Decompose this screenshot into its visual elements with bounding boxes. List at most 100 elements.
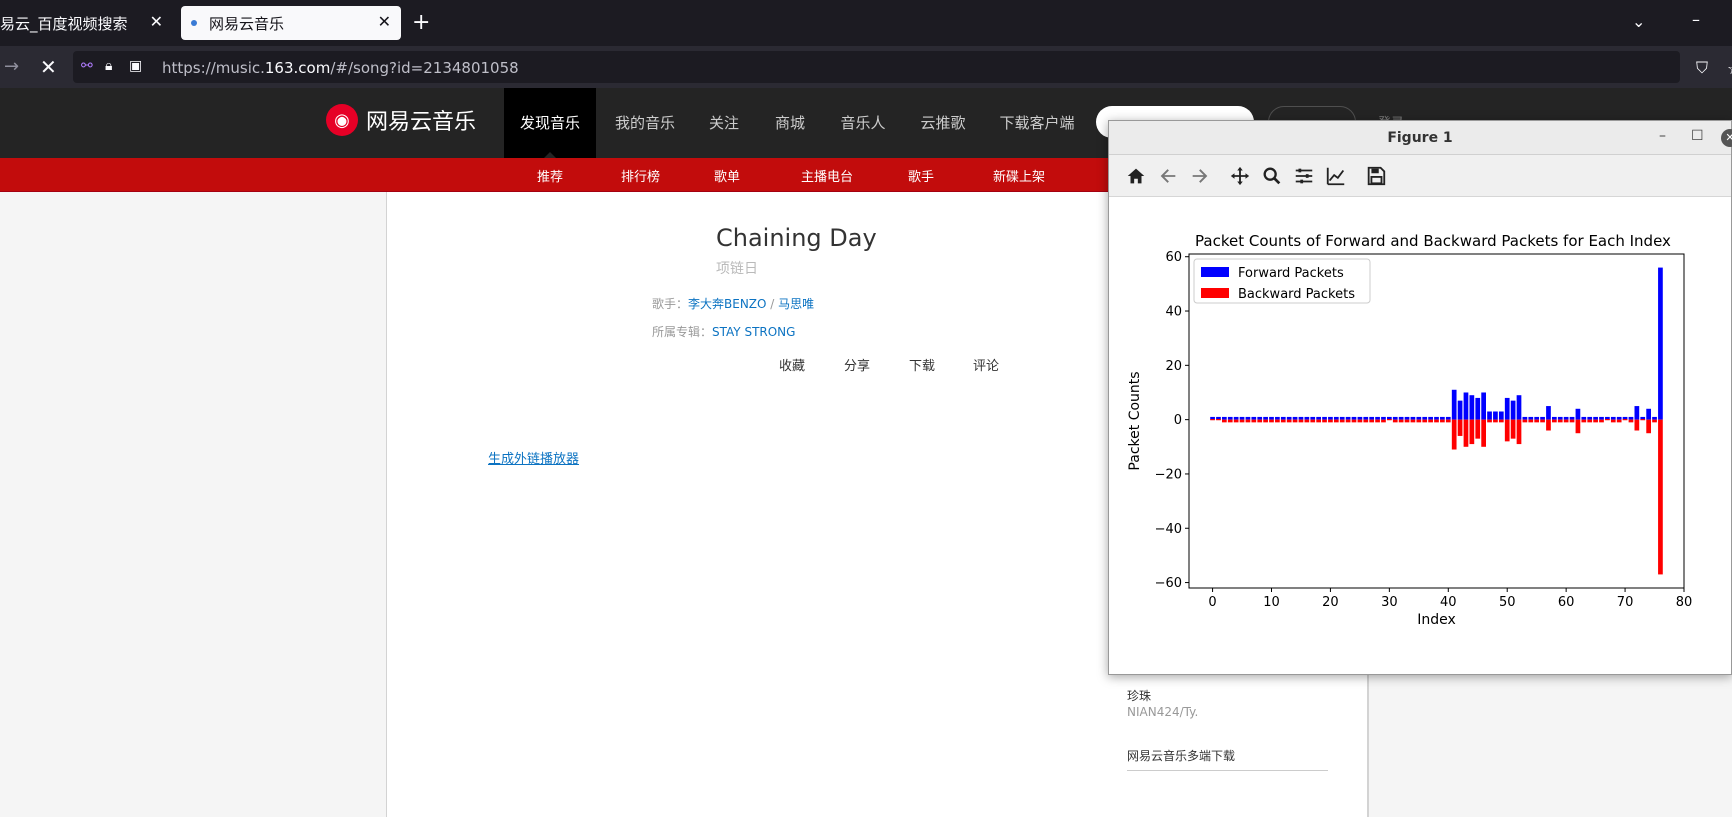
subnav-recommend[interactable]: 推荐 (537, 166, 563, 185)
minimize-icon[interactable]: – (1659, 128, 1666, 144)
play-button[interactable]: 播放 (682, 355, 708, 374)
backward-bar (1610, 419, 1616, 423)
maximize-icon[interactable]: ☐ (1691, 128, 1704, 144)
forward-bar (1628, 416, 1634, 420)
plot-canvas[interactable]: Packet Counts of Forward and Backward Pa… (1109, 197, 1731, 675)
nav-discover[interactable]: 发现音乐 (504, 88, 596, 158)
forward-bar (1445, 416, 1451, 420)
backward-bar (1622, 419, 1628, 421)
backward-bar (1410, 419, 1416, 423)
subnav-radio[interactable]: 主播电台 (801, 166, 853, 185)
forward-bar (1381, 416, 1386, 420)
forward-bar (1363, 416, 1369, 420)
tab-netease-music[interactable]: 网易云音乐 ✕ (181, 6, 401, 40)
download-button[interactable]: 下载 (909, 355, 935, 374)
nav-mall[interactable]: 商城 (760, 88, 820, 158)
x-tick-label: 20 (1322, 595, 1339, 610)
close-icon[interactable]: ✕ (378, 12, 391, 31)
close-icon[interactable]: ✕ (150, 12, 163, 31)
forward-bar (1540, 416, 1545, 420)
nav-download-client[interactable]: 下载客户端 (996, 88, 1078, 158)
x-axis-label: Index (1417, 612, 1456, 628)
close-icon[interactable]: ✕ (1721, 129, 1732, 147)
backward-bar (1310, 419, 1316, 423)
nav-follow[interactable]: 关注 (694, 88, 754, 158)
forward-bar (1646, 408, 1651, 420)
song-alias: 项链日 (716, 261, 758, 277)
nav-musician[interactable]: 音乐人 (830, 88, 896, 158)
figure-window[interactable]: Figure 1 – ☐ ✕ Packet Counts of Forward … (1108, 120, 1732, 675)
nav-my-music[interactable]: 我的音乐 (604, 88, 686, 158)
new-tab-plus-icon[interactable]: + (412, 10, 430, 35)
artist-link[interactable]: 李大奔BENZO (688, 297, 766, 311)
comment-button[interactable]: 评论 (973, 355, 999, 374)
artist-link[interactable]: 马思唯 (778, 297, 814, 311)
backward-bar (1245, 419, 1251, 423)
backward-bar (1233, 419, 1239, 423)
stop-loading-icon[interactable]: ✕ (40, 55, 57, 79)
album-link[interactable]: STAY STRONG (712, 325, 795, 339)
x-tick-label: 50 (1499, 595, 1516, 610)
backward-bar (1522, 419, 1528, 423)
forward-bar (1357, 416, 1363, 420)
share-button[interactable]: 分享 (844, 355, 870, 374)
subnav-artists[interactable]: 歌手 (908, 166, 934, 185)
forward-bar (1222, 416, 1227, 420)
pan-icon[interactable] (1227, 163, 1253, 189)
backward-bar (1581, 419, 1587, 423)
backward-bar (1463, 419, 1469, 447)
permissions-image-icon[interactable]: ▣ (129, 58, 142, 74)
backward-bar (1304, 419, 1310, 423)
nav-cloud-recommend[interactable]: 云推歌 (910, 88, 976, 158)
backward-bar (1445, 419, 1451, 423)
forward-bar (1475, 397, 1481, 420)
url-bar[interactable]: ⚯ 🔒︎ ▣ https://music.163.com/#/song?id=2… (73, 51, 1732, 83)
shield-icon[interactable]: ⛉ (1696, 58, 1708, 78)
figure-titlebar[interactable]: Figure 1 – ☐ ✕ (1109, 121, 1732, 155)
tab-list-chevron-down-icon[interactable]: ⌄ (1632, 12, 1645, 31)
sidebar-song-title[interactable]: 珍珠 (1127, 687, 1151, 704)
backward-bar (1593, 419, 1598, 423)
subnav-new-albums[interactable]: 新碟上架 (993, 166, 1045, 185)
backward-bar (1498, 419, 1504, 423)
home-icon[interactable] (1123, 163, 1149, 189)
forward-bar (1587, 416, 1593, 420)
backward-bar (1322, 419, 1327, 423)
legend-label: Forward Packets (1238, 266, 1344, 281)
collect-button[interactable]: 收藏 (779, 355, 805, 374)
bookmark-star-icon[interactable]: ☆ (1727, 59, 1732, 78)
url-text[interactable]: https://music.163.com/#/song?id=21348010… (162, 59, 519, 77)
forward-bar (1227, 416, 1233, 420)
sidebar-song-artist[interactable]: NIAN424/Ty. (1127, 705, 1198, 719)
backward-bar (1646, 419, 1651, 434)
backward-bar (1381, 419, 1386, 423)
back-arrow-icon[interactable] (1155, 163, 1181, 189)
forward-bar (1528, 416, 1534, 420)
window-minimize-icon[interactable]: – (1692, 10, 1700, 29)
x-tick-label: 80 (1676, 595, 1693, 610)
backward-bar (1369, 419, 1375, 423)
figure-toolbar (1109, 155, 1731, 197)
zoom-icon[interactable] (1259, 163, 1285, 189)
forward-bar (1339, 416, 1345, 420)
tab-baidu-video[interactable]: 易云_百度视频搜索 ✕ (0, 6, 175, 40)
backward-bar (1487, 419, 1492, 423)
forward-bar (1322, 416, 1327, 420)
lock-icon[interactable]: 🔒︎ (105, 58, 112, 74)
forward-arrow-icon[interactable] (1187, 163, 1213, 189)
y-tick-label: −40 (1155, 522, 1182, 537)
backward-bar (1428, 419, 1433, 423)
edit-curve-icon[interactable] (1323, 163, 1349, 189)
subnav-charts[interactable]: 排行榜 (621, 166, 660, 185)
forward-bar (1316, 416, 1321, 420)
subnav-playlists[interactable]: 歌单 (714, 166, 740, 185)
tracking-protection-icon[interactable]: ⚯ (81, 58, 93, 74)
save-icon[interactable] (1363, 163, 1389, 189)
site-logo[interactable]: ◉ 网易云音乐 (326, 104, 476, 136)
forward-arrow-icon[interactable]: → (4, 56, 19, 77)
backward-bar (1263, 419, 1268, 423)
backward-bar (1286, 419, 1292, 423)
subplots-icon[interactable] (1291, 163, 1317, 189)
netease-logo-icon: ◉ (326, 104, 358, 136)
generate-player-link[interactable]: 生成外链播放器 (488, 448, 579, 467)
